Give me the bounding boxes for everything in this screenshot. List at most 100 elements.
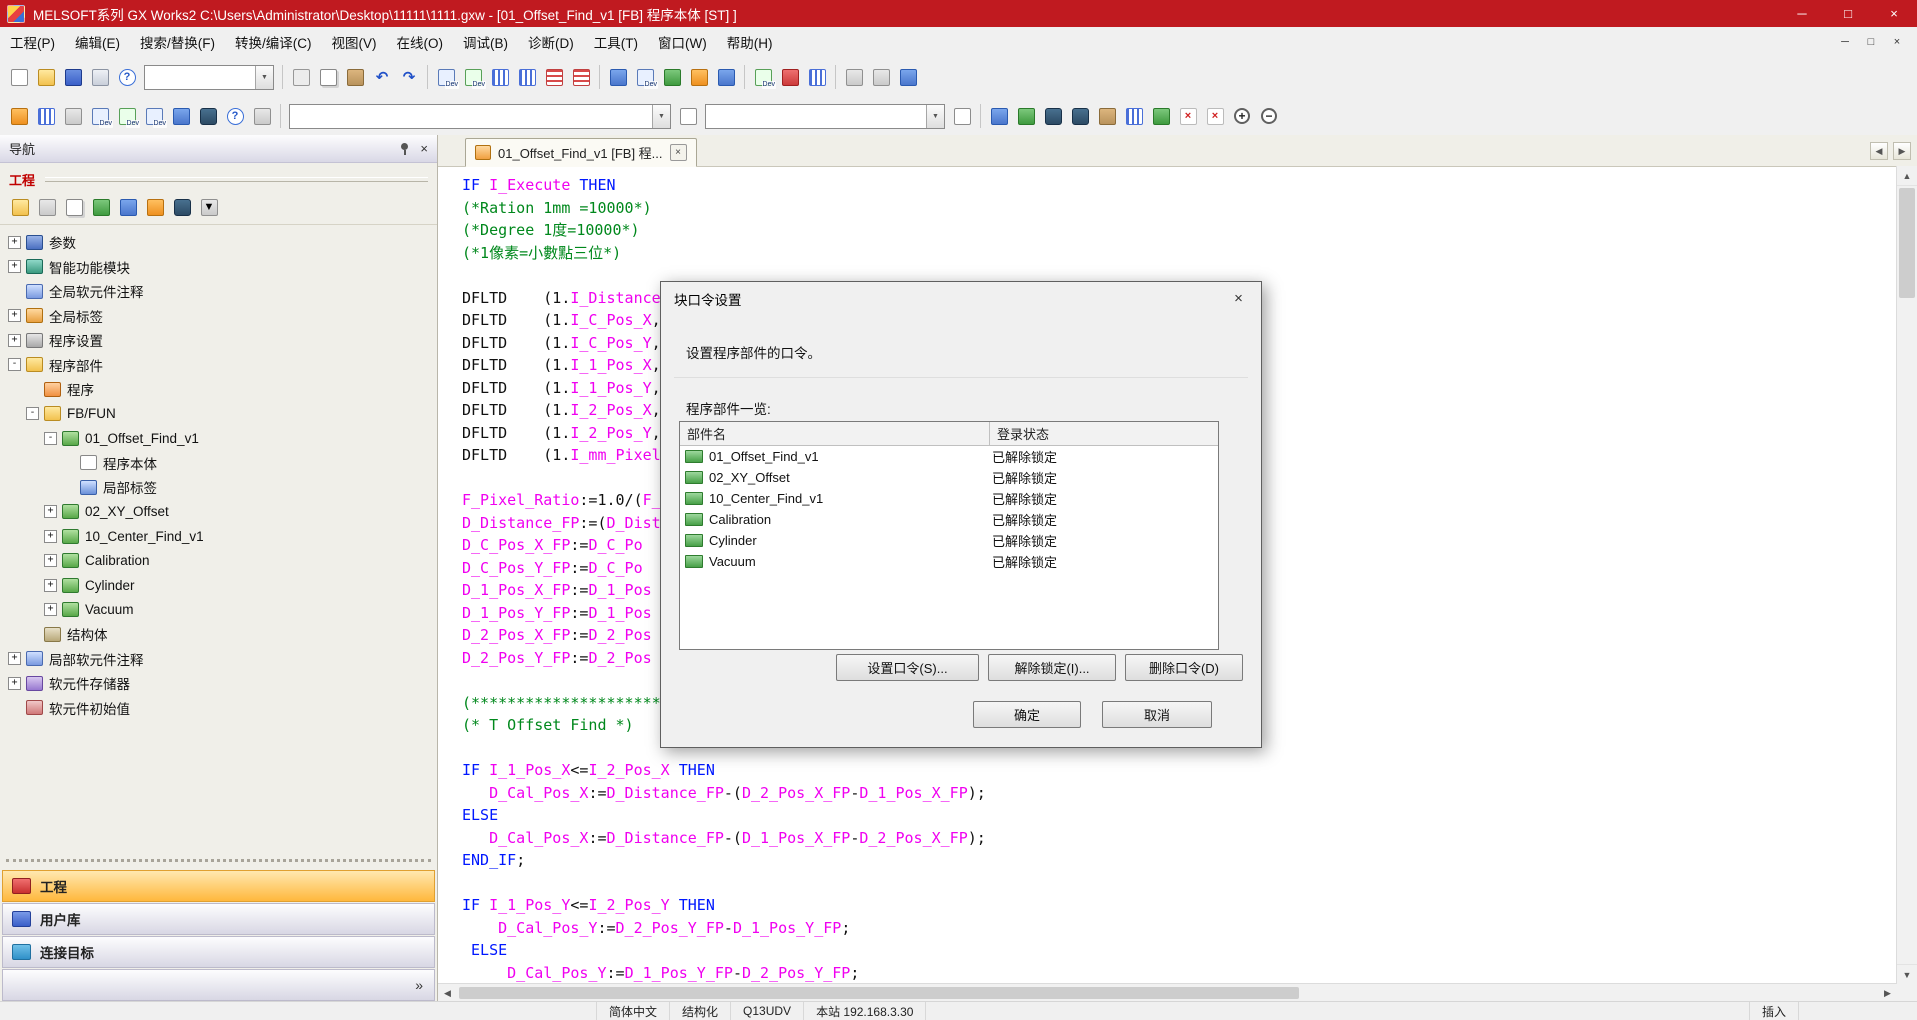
component-row[interactable]: Cylinder已解除锁定 bbox=[680, 530, 1218, 551]
tree-item[interactable]: -01_Offset_Find_v1 bbox=[2, 426, 435, 451]
connection-target-view-button[interactable]: 连接目标 bbox=[2, 936, 435, 968]
menu-item[interactable]: 帮助(H) bbox=[717, 27, 783, 57]
convert-all-icon[interactable] bbox=[659, 65, 685, 89]
vertical-scroll-thumb[interactable] bbox=[1899, 188, 1915, 298]
tree-item[interactable]: +全局软元件注释 bbox=[2, 279, 435, 304]
tree-expander-icon[interactable]: + bbox=[8, 309, 21, 322]
convert-icon[interactable]: Dev bbox=[632, 65, 658, 89]
tree-expander-icon[interactable]: + bbox=[44, 603, 57, 616]
scroll-right-icon[interactable]: ▶ bbox=[1878, 984, 1897, 1002]
tree-expander-icon[interactable]: + bbox=[8, 260, 21, 273]
tree-item[interactable]: +Cylinder bbox=[2, 573, 435, 598]
nav-more-strip[interactable]: » bbox=[2, 969, 435, 1001]
tree-expander-icon[interactable]: - bbox=[44, 432, 57, 445]
menu-item[interactable]: 窗口(W) bbox=[648, 27, 717, 57]
pin-icon[interactable] bbox=[401, 143, 408, 155]
column-login-status[interactable]: 登录状态 bbox=[990, 422, 1218, 445]
tree-expander-icon[interactable]: - bbox=[8, 358, 21, 371]
menu-item[interactable]: 工程(P) bbox=[0, 27, 65, 57]
paste-icon[interactable] bbox=[342, 65, 368, 89]
tree-expander-icon[interactable]: - bbox=[26, 407, 39, 420]
device-go-icon[interactable] bbox=[949, 104, 975, 128]
user-library-view-button[interactable]: 用户库 bbox=[2, 903, 435, 935]
zoom-out-icon[interactable]: − bbox=[1256, 104, 1282, 128]
scroll-down-icon[interactable]: ▼ bbox=[1897, 964, 1917, 984]
help-icon[interactable]: ? bbox=[114, 65, 140, 89]
component-row[interactable]: 10_Center_Find_v1已解除锁定 bbox=[680, 488, 1218, 509]
unlock-button[interactable]: 解除锁定(I)... bbox=[988, 654, 1116, 681]
tree-item[interactable]: +Vacuum bbox=[2, 598, 435, 623]
device-memory-icon2[interactable]: Dev bbox=[114, 104, 140, 128]
ladder-mode-icon[interactable] bbox=[487, 65, 513, 89]
tree-item[interactable]: +局部标签 bbox=[2, 475, 435, 500]
close-button[interactable]: × bbox=[1871, 0, 1917, 27]
mdi-minimize-button[interactable]: ─ bbox=[1833, 32, 1857, 52]
delete-password-button[interactable]: 删除口令(D) bbox=[1125, 654, 1243, 681]
tree-item[interactable]: +02_XY_Offset bbox=[2, 500, 435, 525]
ladder-block-icon[interactable] bbox=[33, 104, 59, 128]
convert-block-icon[interactable] bbox=[986, 104, 1012, 128]
tree-item[interactable]: +全局标签 bbox=[2, 304, 435, 329]
horizontal-scrollbar[interactable]: ◀ ▶ bbox=[438, 983, 1897, 1002]
tree-item[interactable]: +软元件初始值 bbox=[2, 696, 435, 721]
tab-scroll-right-icon[interactable]: ▶ bbox=[1893, 142, 1911, 160]
copy-icon[interactable] bbox=[315, 65, 341, 89]
tree-item[interactable]: +Calibration bbox=[2, 549, 435, 574]
undo-icon[interactable]: ↶ bbox=[369, 65, 395, 89]
cut-icon[interactable] bbox=[288, 65, 314, 89]
dialog-close-icon[interactable]: × bbox=[1216, 282, 1261, 315]
dialog-title-bar[interactable]: 块口令设置 bbox=[661, 282, 1261, 315]
comment-icon[interactable] bbox=[841, 65, 867, 89]
nav-options-icon[interactable]: ▼ bbox=[196, 195, 222, 219]
menu-item[interactable]: 转换/编译(C) bbox=[225, 27, 322, 57]
print-icon[interactable] bbox=[87, 65, 113, 89]
component-row[interactable]: 02_XY_Offset已解除锁定 bbox=[680, 467, 1218, 488]
tree-item[interactable]: -程序部件 bbox=[2, 353, 435, 378]
online-write-icon[interactable] bbox=[713, 65, 739, 89]
new-data-icon[interactable] bbox=[7, 195, 33, 219]
mdi-restore-button[interactable]: □ bbox=[1859, 32, 1883, 52]
tree-expander-icon[interactable]: + bbox=[8, 236, 21, 249]
scroll-left-icon[interactable]: ◀ bbox=[438, 984, 457, 1002]
data-copy-icon[interactable] bbox=[61, 195, 87, 219]
tree-expander-icon[interactable]: + bbox=[8, 677, 21, 690]
menu-item[interactable]: 调试(B) bbox=[453, 27, 518, 57]
device-skip-icon[interactable] bbox=[1121, 104, 1147, 128]
menu-item[interactable]: 诊断(D) bbox=[518, 27, 584, 57]
tree-expander-icon[interactable]: + bbox=[44, 579, 57, 592]
device-test-icon[interactable] bbox=[804, 65, 830, 89]
statement-icon[interactable] bbox=[868, 65, 894, 89]
device-display-icon[interactable]: Dev bbox=[433, 65, 459, 89]
search-combo[interactable]: ▼ bbox=[289, 104, 671, 129]
check-program-icon[interactable] bbox=[1040, 104, 1066, 128]
find-replace-icon[interactable] bbox=[1067, 104, 1093, 128]
data-refresh-icon[interactable] bbox=[88, 195, 114, 219]
write-mode-icon[interactable] bbox=[541, 65, 567, 89]
cancel-button[interactable]: 取消 bbox=[1102, 701, 1212, 728]
data-check-icon[interactable] bbox=[115, 195, 141, 219]
tab-close-icon[interactable]: × bbox=[670, 144, 687, 161]
device-monitor-icon[interactable]: Dev bbox=[141, 104, 167, 128]
monitor-stop-icon[interactable] bbox=[777, 65, 803, 89]
remove-monitor-icon[interactable]: × bbox=[1202, 104, 1228, 128]
minimize-button[interactable]: ─ bbox=[1779, 0, 1825, 27]
search-go-icon[interactable] bbox=[675, 104, 701, 128]
component-row[interactable]: 01_Offset_Find_v1已解除锁定 bbox=[680, 446, 1218, 467]
menu-item[interactable]: 编辑(E) bbox=[65, 27, 130, 57]
new-project-icon[interactable] bbox=[6, 65, 32, 89]
horizontal-scroll-thumb[interactable] bbox=[459, 987, 1299, 999]
drag-handle[interactable] bbox=[6, 859, 431, 869]
combo-arrow-icon[interactable]: ▼ bbox=[926, 105, 944, 128]
save-project-icon[interactable] bbox=[60, 65, 86, 89]
tree-item[interactable]: +10_Center_Find_v1 bbox=[2, 524, 435, 549]
tab-scroll-left-icon[interactable]: ◀ bbox=[1870, 142, 1888, 160]
menu-item[interactable]: 视图(V) bbox=[322, 27, 387, 57]
data-security-icon[interactable] bbox=[142, 195, 168, 219]
start-monitor2-icon[interactable] bbox=[1148, 104, 1174, 128]
tree-item[interactable]: +参数 bbox=[2, 230, 435, 255]
component-row[interactable]: Calibration已解除锁定 bbox=[680, 509, 1218, 530]
clipboard-icon[interactable] bbox=[1094, 104, 1120, 128]
tree-expander-icon[interactable]: + bbox=[44, 505, 57, 518]
ok-button[interactable]: 确定 bbox=[973, 701, 1081, 728]
tree-item[interactable]: +结构体 bbox=[2, 622, 435, 647]
